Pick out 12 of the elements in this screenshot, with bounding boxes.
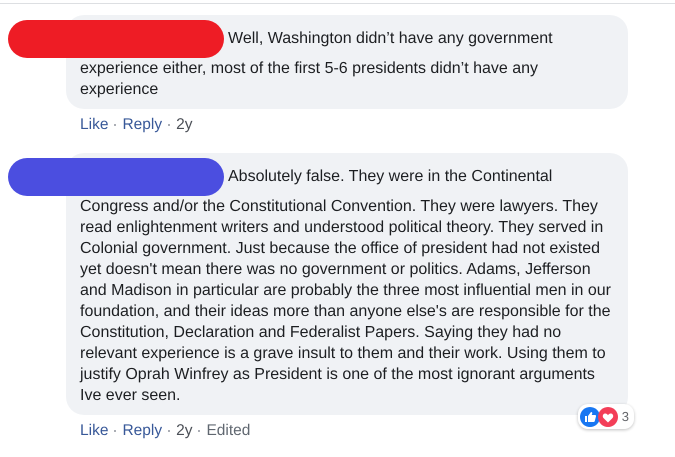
comment-text: Well, Washington didn’t have any government experience either, most of the first 5-6 presidents didn’t have any experience [80, 30, 553, 98]
comment-action-link[interactable]: Reply [122, 422, 162, 440]
comment-meta-text: 2y [176, 422, 192, 440]
comment-action-link[interactable]: Like [80, 422, 108, 440]
reaction-summary[interactable]: 3 [578, 404, 634, 429]
comment-meta-text: 2y [176, 116, 192, 134]
thumbs-up-icon [580, 406, 600, 426]
comment-meta-text: Edited [206, 422, 250, 440]
comment-action-link[interactable]: Reply [122, 116, 162, 134]
comment-action-link[interactable]: Like [80, 116, 108, 134]
reaction-count: 3 [622, 408, 629, 426]
comment-text: Absolutely false. They were in the Continental Congress and/or the Constitutional Convention. They were lawyers. They read enlightenment writers and understood political theory. They served in Colonial government. Just because the office of president had not existed yet doesn't mean there was no government or politics. Adams, Jefferson and Madison in particular are probably the three most influential men in our foundation, and their ideas more than anyone else's are responsible for the Constitution, Declaration and Federalist Papers. Saying they had no relevant experience is a grave insult to them and their work. Using them to justify Oprah Winfrey as President is one of the most ignorant arguments Ive ever seen. [80, 168, 611, 404]
